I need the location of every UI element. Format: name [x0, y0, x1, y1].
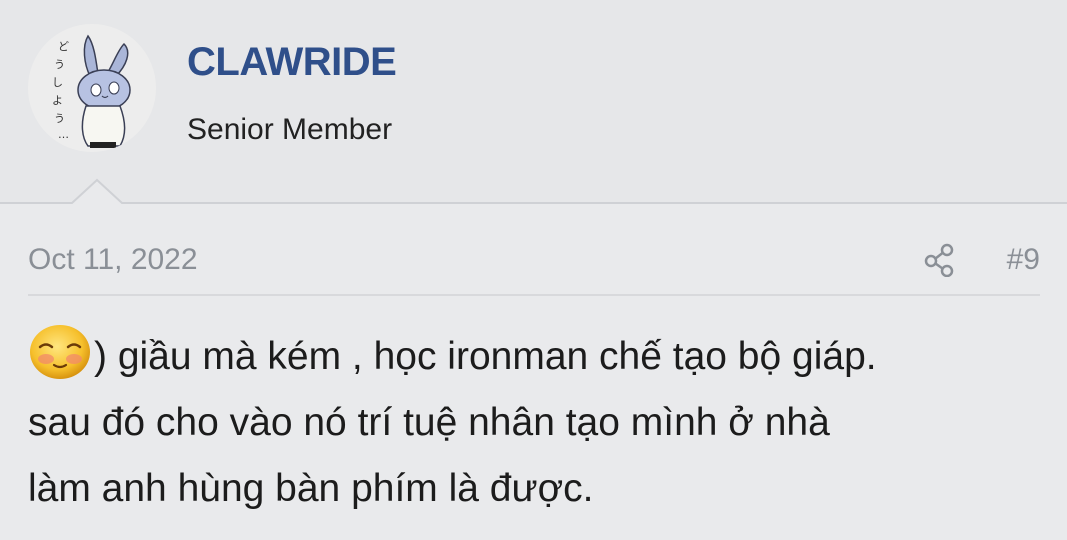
user-header: ど う し よ う … CLAWRIDE Senior Member	[0, 0, 1067, 203]
post-line: ) giầu mà kém , học ironman chế tạo bộ g…	[28, 323, 1048, 390]
user-avatar[interactable]: ど う し よ う …	[28, 24, 156, 152]
post-number-link[interactable]: #9	[1007, 242, 1040, 278]
share-icon[interactable]	[921, 241, 957, 278]
svg-text:よ: よ	[52, 94, 63, 107]
svg-text:う: う	[54, 112, 65, 125]
svg-text:…: …	[58, 128, 69, 141]
post-line-text: ) giầu mà kém , học ironman chế tạo bộ g…	[94, 335, 877, 378]
post-divider	[0, 178, 1067, 208]
user-title: Senior Member	[187, 113, 393, 146]
post-body: ) giầu mà kém , học ironman chế tạo bộ g…	[28, 323, 1048, 522]
post-line: sau đó cho vào nó trí tuệ nhân tạo mình …	[28, 401, 830, 444]
post-line: làm anh hùng bàn phím là được.	[28, 467, 594, 510]
username-link[interactable]: CLAWRIDE	[187, 40, 397, 84]
svg-text:し: し	[52, 76, 63, 89]
post-meta-bar: Oct 11, 2022 #9	[28, 238, 1040, 296]
svg-text:ど: ど	[58, 40, 69, 53]
svg-text:う: う	[54, 58, 65, 71]
blushing-smiley-icon	[28, 323, 92, 381]
post-date-link[interactable]: Oct 11, 2022	[28, 242, 198, 278]
rabbit-avatar-icon: ど う し よ う …	[28, 24, 156, 152]
